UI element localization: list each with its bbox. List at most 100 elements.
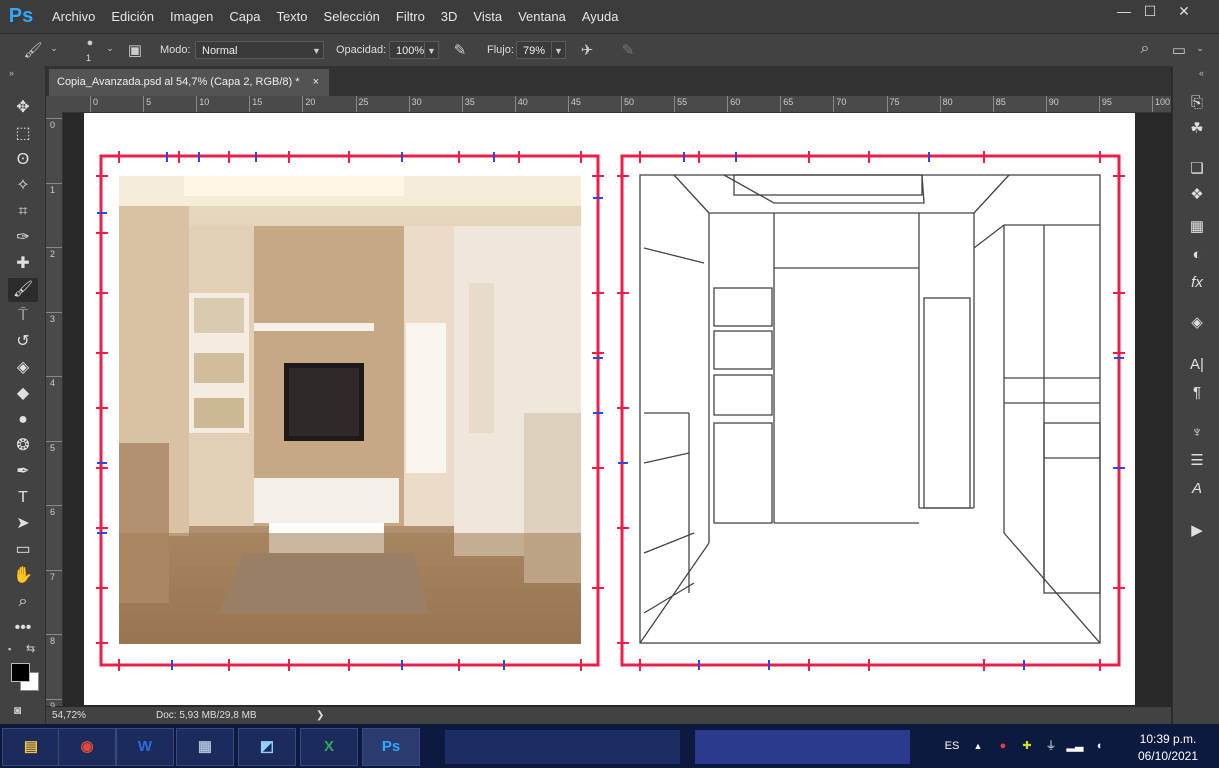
swap-colors-icon[interactable]: ⇆ bbox=[26, 642, 35, 655]
dodge-tool-icon[interactable]: ● bbox=[8, 408, 38, 432]
plus-icon[interactable]: ✚ bbox=[1018, 724, 1036, 768]
default-colors-icon[interactable]: ▪ bbox=[8, 644, 11, 654]
menu-3d[interactable]: 3D bbox=[433, 9, 466, 24]
collapse-icon[interactable]: » bbox=[9, 68, 14, 78]
color-panel-icon[interactable]: ☘ bbox=[1185, 118, 1209, 140]
hand-tool-icon[interactable]: ✋ bbox=[8, 564, 38, 588]
adjustments-panel-icon[interactable]: ◐ bbox=[1185, 244, 1209, 266]
grid-panel-icon[interactable]: ▦ bbox=[1185, 216, 1209, 238]
eyedropper-tool-icon[interactable]: ✑ bbox=[8, 226, 38, 250]
usb-icon[interactable]: ⏚ bbox=[1042, 724, 1060, 768]
brush-tool-icon[interactable]: 🖌 bbox=[8, 278, 38, 302]
chevron-down-icon[interactable]: ▼ bbox=[552, 41, 566, 59]
document-tab[interactable]: Copia_Avanzada.psd al 54,7% (Capa 2, RGB… bbox=[49, 69, 329, 96]
styles-panel-icon[interactable]: fx bbox=[1185, 272, 1209, 294]
character-panel-icon[interactable]: A| bbox=[1185, 354, 1209, 376]
network-signal-icon[interactable]: ▂▃ bbox=[1066, 724, 1084, 768]
swatches-panel-icon[interactable]: ❖ bbox=[1185, 184, 1209, 206]
path-select-tool-icon[interactable]: ➤ bbox=[8, 512, 38, 536]
calculator-icon[interactable]: ▦ bbox=[176, 728, 234, 766]
brush-tool-preset-icon[interactable]: 🖌 bbox=[22, 41, 44, 59]
clock-date[interactable]: 06/10/2021 bbox=[1118, 749, 1218, 763]
sponge-tool-icon[interactable]: ❂ bbox=[8, 434, 38, 458]
marquee-tool-icon[interactable]: ⬚ bbox=[8, 122, 38, 146]
pressure-opacity-icon[interactable]: ✎ bbox=[449, 41, 471, 59]
ruler-tick bbox=[46, 311, 62, 313]
airbrush-icon[interactable]: ✈ bbox=[576, 41, 598, 59]
opacity-input[interactable]: 100% bbox=[389, 41, 425, 59]
crop-tool-icon[interactable]: ⌗ bbox=[8, 200, 38, 224]
maximize-button[interactable]: ☐ bbox=[1132, 0, 1168, 22]
rectangle-tool-icon[interactable]: ▭ bbox=[8, 538, 38, 562]
clock-time[interactable]: 10:39 p.m. bbox=[1118, 732, 1218, 746]
zoom-tool-icon[interactable]: ⌕ bbox=[8, 590, 38, 614]
menu-vista[interactable]: Vista bbox=[465, 9, 510, 24]
pressure-size-icon[interactable]: ✎ bbox=[617, 41, 639, 59]
history-panel-icon[interactable]: ⎘ bbox=[1185, 92, 1209, 114]
document-canvas[interactable] bbox=[84, 113, 1135, 705]
healing-brush-tool-icon[interactable]: ✚ bbox=[8, 252, 38, 276]
mode-select[interactable]: Normal bbox=[195, 41, 311, 59]
ruler-label: 3 bbox=[50, 313, 56, 324]
word-icon[interactable]: W bbox=[116, 728, 174, 766]
close-button[interactable]: ✕ bbox=[1166, 0, 1202, 22]
eraser-tool-icon[interactable]: ◈ bbox=[8, 356, 38, 380]
menu-capa[interactable]: Capa bbox=[221, 9, 268, 24]
lasso-tool-icon[interactable]: ʘ bbox=[8, 148, 38, 172]
workspace-icon[interactable]: ▭ bbox=[1168, 41, 1190, 59]
chevron-down-icon[interactable]: ⌄ bbox=[104, 43, 116, 54]
paragraph-panel-icon[interactable]: ¶ bbox=[1185, 382, 1209, 404]
foreground-color-swatch[interactable] bbox=[11, 663, 30, 682]
menu-imagen[interactable]: Imagen bbox=[162, 9, 221, 24]
zoom-level[interactable]: 54,72% bbox=[52, 710, 86, 721]
language-indicator[interactable]: ES bbox=[940, 724, 964, 768]
libraries-panel-icon[interactable]: ❏ bbox=[1185, 158, 1209, 180]
brush-settings-panel-icon[interactable]: ♆ bbox=[1185, 422, 1209, 444]
move-tool-icon[interactable]: ✥ bbox=[8, 96, 38, 120]
menu-seleccion[interactable]: Selección bbox=[316, 9, 388, 24]
volume-icon[interactable]: ◖ bbox=[1090, 724, 1108, 768]
brush-panel-icon[interactable]: ▣ bbox=[124, 41, 146, 59]
antivirus-icon[interactable]: ● bbox=[994, 724, 1012, 768]
paint-bucket-tool-icon[interactable]: ◆ bbox=[8, 382, 38, 406]
vertical-ruler[interactable]: 0123456789 bbox=[46, 112, 63, 711]
status-menu-icon[interactable]: ❯ bbox=[316, 710, 324, 721]
menu-texto[interactable]: Texto bbox=[268, 9, 315, 24]
flow-input[interactable]: 79% bbox=[516, 41, 552, 59]
menu-edicion[interactable]: Edición bbox=[103, 9, 162, 24]
expand-panels-icon[interactable]: « bbox=[1199, 68, 1204, 78]
chevron-down-icon[interactable]: ▼ bbox=[310, 41, 324, 59]
menu-ventana[interactable]: Ventana bbox=[510, 9, 574, 24]
file-explorer-icon[interactable]: ▤ bbox=[2, 728, 60, 766]
chevron-up-icon[interactable]: ▲ bbox=[970, 724, 986, 768]
brush-size-picker[interactable]: ● 1 bbox=[76, 34, 104, 67]
chrome-icon[interactable]: ◉ bbox=[58, 728, 116, 766]
type-tool-icon[interactable]: T bbox=[8, 486, 38, 510]
menu-archivo[interactable]: Archivo bbox=[44, 9, 103, 24]
chevron-down-icon[interactable]: ⌄ bbox=[48, 43, 60, 54]
properties-panel-icon[interactable]: ☰ bbox=[1185, 450, 1209, 472]
quick-mask-icon[interactable]: ◙ bbox=[14, 703, 21, 717]
ruler-tick bbox=[46, 440, 62, 442]
actions-panel-icon[interactable]: ▶ bbox=[1185, 520, 1209, 542]
clone-stamp-tool-icon[interactable]: ⍑ bbox=[8, 304, 38, 328]
more-tools-icon[interactable]: ••• bbox=[8, 616, 38, 640]
history-brush-tool-icon[interactable]: ↺ bbox=[8, 330, 38, 354]
pen-tool-icon[interactable]: ✒ bbox=[8, 460, 38, 484]
chevron-down-icon[interactable]: ▼ bbox=[425, 41, 439, 59]
ruler-label: 40 bbox=[517, 97, 528, 107]
notes-icon[interactable]: ◩ bbox=[238, 728, 296, 766]
horizontal-ruler[interactable]: 0 5 10 15 20 25 30 35 40 45 50 55 60 65 70 75 80 85 90 95 10… bbox=[64, 96, 1171, 113]
search-icon[interactable]: ⌕ bbox=[1134, 40, 1156, 58]
photoshop-icon[interactable]: Ps bbox=[362, 728, 420, 766]
menu-ayuda[interactable]: Ayuda bbox=[574, 9, 627, 24]
layers-panel-icon[interactable]: ◈ bbox=[1185, 312, 1209, 334]
chevron-down-icon[interactable]: ⌄ bbox=[1194, 43, 1206, 54]
glyphs-panel-icon[interactable]: A bbox=[1185, 478, 1209, 500]
close-tab-icon[interactable]: × bbox=[313, 76, 319, 88]
ruler-tick bbox=[992, 96, 994, 112]
menu-filtro[interactable]: Filtro bbox=[388, 9, 433, 24]
ruler-label: 8 bbox=[50, 636, 56, 646]
excel-icon[interactable]: X bbox=[300, 728, 358, 766]
quick-select-tool-icon[interactable]: ✧ bbox=[8, 174, 38, 198]
